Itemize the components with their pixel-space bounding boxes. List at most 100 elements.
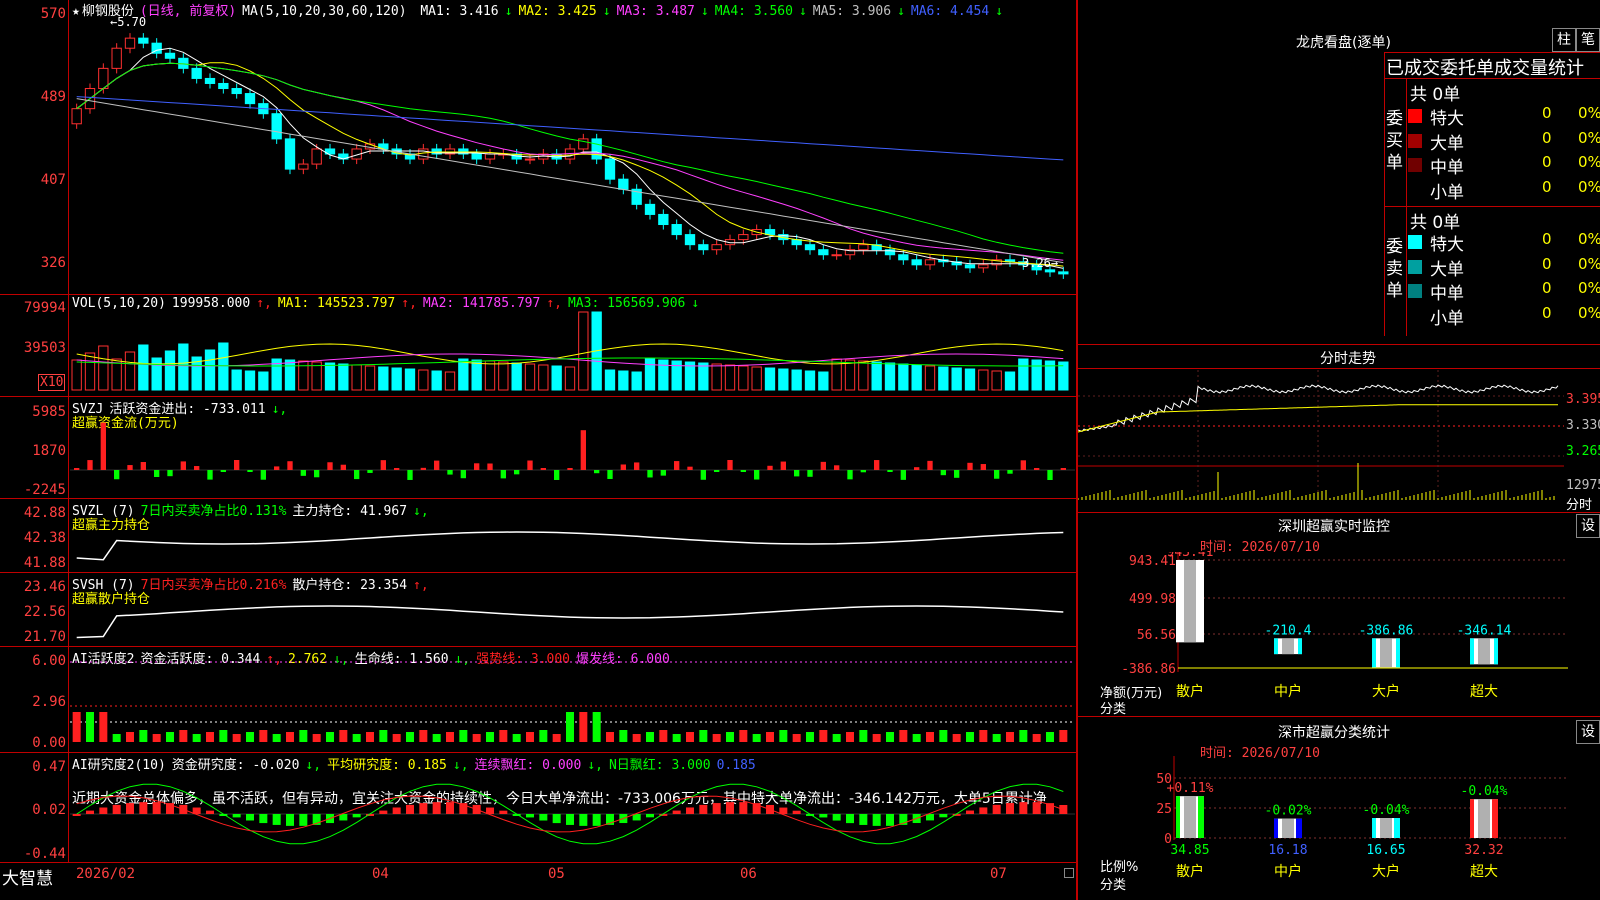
ai-active-bar <box>86 712 94 742</box>
xaxis-label-3: 06 <box>740 866 757 882</box>
classify-ylabel: 比例% <box>1100 860 1139 875</box>
svzj-bar <box>594 470 600 474</box>
candle-body <box>764 229 776 236</box>
volume-bar <box>538 364 549 391</box>
ai-active-bar <box>832 734 841 742</box>
volume-bar <box>378 366 389 391</box>
ai-active-bar <box>312 734 321 742</box>
research-bar <box>526 814 534 818</box>
ai-active-bar <box>366 732 374 742</box>
classify-bar-stripe-l <box>1470 799 1474 838</box>
tick-mode-button[interactable]: 笔 <box>1576 28 1600 52</box>
ai-active-bar <box>619 730 628 742</box>
sell-count-3: 0 <box>1542 279 1552 297</box>
vol-ma3: MA3: 156569.906 <box>567 296 686 311</box>
ai-active-bar <box>992 734 1001 742</box>
svzj-chart[interactable] <box>70 400 1075 498</box>
monitor-bar-3 <box>1372 638 1400 668</box>
vol-title: VOL(5,10,20) <box>72 296 166 311</box>
ai-active-bar <box>392 734 401 742</box>
buy-name-2: 大单 <box>1430 133 1464 154</box>
svzj-bar <box>194 466 200 470</box>
bar-mode-button[interactable]: 柱 <box>1552 28 1576 52</box>
kline-mode[interactable]: (日线, 前复权) <box>140 4 236 19</box>
kline-chart[interactable] <box>70 18 1075 294</box>
research-bar <box>552 814 561 824</box>
buy-name-4: 小单 <box>1430 182 1464 203</box>
monitor-bar-label-1: 943.41 <box>1167 552 1214 560</box>
buy-swatch-2 <box>1408 133 1422 148</box>
volume-bar <box>751 366 762 391</box>
research-bar <box>126 803 134 814</box>
candle-body <box>244 93 256 105</box>
sell-swatch-1 <box>1408 235 1422 249</box>
vol-tick-1: 39503 <box>23 340 66 356</box>
svzj-bar <box>340 464 346 470</box>
ai-active-bar <box>779 730 788 742</box>
classify-chart[interactable]: 7550250+0.11%34.85散户-0.02%16.18中户-0.04%1… <box>1078 756 1600 900</box>
volume-bar <box>884 362 896 391</box>
volume-chart[interactable] <box>70 310 1075 396</box>
ai-active-bar <box>859 730 868 742</box>
price-tick-3: 326 <box>40 255 66 271</box>
classify-bar-stripe-l <box>1372 818 1376 838</box>
ai-active-bar <box>406 732 414 742</box>
sell-name-3: 中单 <box>1430 284 1464 304</box>
ai-active-bar <box>952 734 961 742</box>
research-bar <box>1019 802 1028 814</box>
ai-active-bar <box>632 734 641 742</box>
svzj-bar <box>274 466 280 470</box>
volume-bar <box>524 363 536 391</box>
ai-active-bar <box>739 730 748 742</box>
intraday-bottom <box>1078 512 1600 513</box>
ma-value-3: MA3: 3.487 <box>616 4 695 19</box>
svzj-bar <box>300 470 306 476</box>
monitor-tick-1: 499.98 <box>1129 592 1176 607</box>
svzj-bar <box>460 470 466 479</box>
last-marker: 3.26→ <box>1022 256 1059 270</box>
svzj-bar <box>527 460 533 470</box>
dragon-left-border <box>1384 52 1385 336</box>
volume-bar <box>231 369 242 391</box>
ai-active-bar <box>232 734 241 742</box>
volume-bar <box>498 361 509 391</box>
sell-swatch-4 <box>1408 308 1422 323</box>
dragon-sep-2 <box>1384 78 1600 79</box>
ai-active-bar <box>446 732 454 742</box>
ai-research-tick-0: 0.47 <box>32 759 66 775</box>
classify-bar-3 <box>1372 818 1400 838</box>
monitor-settings-button[interactable]: 设 <box>1576 514 1600 538</box>
sell-pct-3: 0% <box>1578 279 1600 297</box>
svzj-bar <box>260 470 266 480</box>
svzj-bar <box>620 464 626 470</box>
monitor-title: 深圳超赢实时监控 <box>1278 519 1390 535</box>
ai-active-bar <box>246 732 254 742</box>
research-bar <box>992 804 1001 814</box>
svzj-bar <box>700 470 706 480</box>
candle-body <box>124 37 136 49</box>
ai-research-chart[interactable] <box>70 770 1075 862</box>
classify-settings-button[interactable]: 设 <box>1576 720 1600 744</box>
svzl-chart[interactable] <box>70 500 1075 572</box>
volume-bar <box>658 359 669 391</box>
volume-bar <box>938 366 949 391</box>
candle-body <box>471 153 482 160</box>
ai-active-bar <box>1019 730 1028 742</box>
candle-body <box>698 244 709 251</box>
svsh-chart[interactable] <box>70 574 1075 646</box>
svzl-tick-1: 42.38 <box>23 530 66 546</box>
vol-tick-0: 79994 <box>23 300 66 316</box>
classify-cat-1: 散户 <box>1176 863 1204 880</box>
sell-row-4: 小单 0 0% <box>1408 304 1600 329</box>
svzj-bar <box>154 470 160 477</box>
lock-icon[interactable] <box>1064 868 1074 878</box>
ai-active-chart[interactable] <box>70 648 1075 752</box>
sell-label: 委卖单 <box>1386 237 1403 301</box>
classify-cat-3: 大户 <box>1372 863 1400 880</box>
intraday-vol-tick: 12975 <box>1566 478 1600 493</box>
svzj-bar <box>314 470 320 478</box>
svzj-bar <box>660 470 666 476</box>
candle-body <box>218 82 229 90</box>
candle-body <box>191 67 202 79</box>
intraday-chart[interactable] <box>1078 370 1564 510</box>
